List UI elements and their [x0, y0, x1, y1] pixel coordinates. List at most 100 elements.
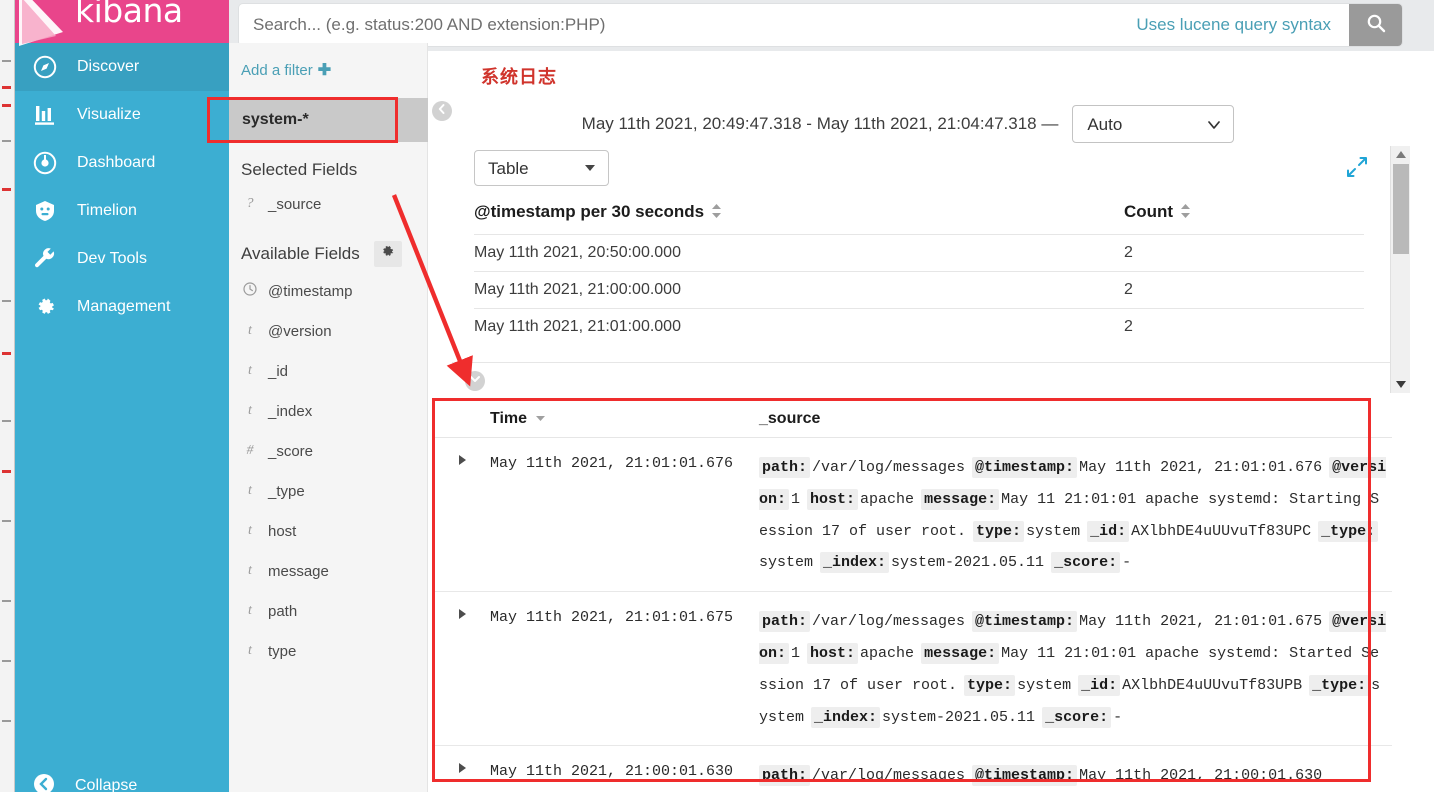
source-field-value: May 11th 2021, 21:00:01.630 [1079, 767, 1323, 785]
source-field-key: type: [973, 520, 1025, 542]
available-field-type[interactable]: t type [229, 631, 427, 671]
documents-column-time-label: Time [490, 410, 528, 427]
expand-document-cell[interactable] [434, 760, 490, 792]
nav-item-management[interactable]: Management [15, 283, 229, 331]
field-type-icon [243, 281, 257, 301]
source-field-key: _id: [1087, 520, 1130, 542]
search-button[interactable] [1349, 4, 1402, 46]
expand-panel-button[interactable] [1346, 156, 1368, 183]
chart-panel-scrollbar[interactable] [1390, 146, 1410, 393]
column-header-timestamp-label: @timestamp per 30 seconds [474, 202, 705, 221]
column-header-count-label: Count [1124, 202, 1174, 221]
source-field-key: _type: [1309, 674, 1370, 696]
nav-item-dashboard[interactable]: Dashboard [15, 139, 229, 187]
source-field-key: _id: [1078, 674, 1121, 696]
documents-table: Time _source May 11th 2021, 21:01:01.676… [434, 400, 1392, 792]
available-field-id[interactable]: t _id [229, 351, 427, 391]
nav-item-dev-tools[interactable]: Dev Tools [15, 235, 229, 283]
source-field-key: host: [807, 642, 859, 664]
caret-right-icon[interactable] [458, 609, 466, 620]
interval-select[interactable]: AutoMillisecondSecondMinuteHourlyDailyWe… [1072, 105, 1235, 143]
kibana-logo[interactable]: kibana [15, 0, 229, 46]
field-type-icon: t [248, 403, 252, 418]
field-type-icon: t [248, 323, 252, 338]
field-settings-button[interactable] [373, 241, 402, 267]
collapse-sidebar-button[interactable] [432, 101, 452, 121]
add-filter-button[interactable]: Add a filter ✚ [241, 60, 331, 80]
source-field-key: @timestamp: [972, 457, 1078, 478]
nav-item-label: Visualize [77, 106, 141, 123]
scrollbar-thumb[interactable] [1393, 164, 1409, 254]
nav-item-label: Timelion [77, 202, 137, 219]
source-field-value: apache [860, 490, 915, 508]
available-field-timestamp[interactable]: @timestamp [229, 271, 427, 311]
source-field-value: 1 [791, 490, 801, 508]
available-field-path[interactable]: t path [229, 591, 427, 631]
source-field-key: path: [759, 457, 811, 478]
source-field-key: host: [807, 488, 859, 510]
column-header-count[interactable]: Count [1124, 202, 1364, 235]
available-field-host[interactable]: t host [229, 511, 427, 551]
scroll-up-arrow-icon[interactable] [1396, 151, 1406, 158]
caret-right-icon[interactable] [458, 763, 466, 774]
document-row[interactable]: May 11th 2021, 21:00:01.630 path:/var/log… [434, 746, 1392, 792]
field-type-icon: t [248, 603, 252, 618]
chevron-down-icon [469, 372, 481, 390]
expand-document-cell[interactable] [434, 606, 490, 733]
view-type-select[interactable]: TableVisualization [474, 150, 609, 186]
documents-column-source[interactable]: _source [759, 410, 820, 428]
available-field-index[interactable]: t _index [229, 391, 427, 431]
kibana-logo-text: kibana [75, 0, 183, 30]
document-row[interactable]: May 11th 2021, 21:01:01.676 path:/var/log… [434, 438, 1392, 593]
nav-item-label: Discover [77, 58, 140, 75]
column-header-timestamp[interactable]: @timestamp per 30 seconds [474, 202, 1124, 235]
available-field-version[interactable]: t @version [229, 311, 427, 351]
expand-document-cell[interactable] [434, 452, 490, 579]
document-row[interactable]: May 11th 2021, 21:01:01.675 path:/var/log… [434, 592, 1392, 747]
field-type-icon: ? [246, 196, 254, 211]
visualization-panel: TableVisualization @timestamp per 30 sec… [452, 148, 1412, 393]
field-type-icon: t [248, 563, 252, 578]
nav-item-visualize[interactable]: Visualize [15, 91, 229, 139]
chevron-circle-left-icon [33, 773, 55, 792]
scroll-down-arrow-icon[interactable] [1396, 381, 1406, 388]
add-filter-label: Add a filter [241, 61, 313, 79]
caret-right-icon[interactable] [458, 455, 466, 465]
selected-field-source[interactable]: ? _source [229, 184, 427, 224]
cell-count: 2 [1124, 271, 1364, 309]
document-source: path:/var/log/messages @timestamp: May 11t… [759, 606, 1392, 733]
source-field-value: system [1017, 676, 1072, 694]
global-nav: kibana Discover Visualize Dashboard Timelio… [15, 0, 229, 792]
table-header-row: @timestamp per 30 seconds Count [474, 202, 1364, 235]
source-field-value: system-2021.05.11 [891, 554, 1045, 572]
nav-item-label: Dev Tools [77, 250, 147, 267]
gear-icon [33, 295, 57, 319]
document-time: May 11th 2021, 21:01:01.675 [490, 609, 734, 627]
lucene-syntax-link[interactable]: Uses lucene query syntax [1136, 15, 1349, 35]
time-range-label[interactable]: May 11th 2021, 20:49:47.318 - May 11th 2… [582, 114, 1059, 134]
source-field-key: message: [921, 642, 1000, 664]
available-field-message[interactable]: t message [229, 551, 427, 591]
collapse-chart-button[interactable] [465, 371, 485, 391]
nav-item-discover[interactable]: Discover [15, 43, 229, 91]
available-field-score[interactable]: # _score [229, 431, 427, 471]
available-fields-title: Available Fields [241, 244, 360, 263]
time-picker-row: May 11th 2021, 20:49:47.318 - May 11th 2… [428, 100, 1388, 148]
wrench-icon [33, 247, 57, 271]
source-field-key: _index: [811, 706, 881, 728]
nav-item-timelion[interactable]: Timelion [15, 187, 229, 235]
field-name: _index [268, 402, 313, 420]
nav-collapse-item[interactable]: Collapse [15, 762, 229, 792]
source-field-key: @timestamp: [972, 765, 1078, 787]
documents-column-time[interactable]: Time [434, 410, 759, 428]
search-input[interactable] [239, 15, 1137, 35]
plus-icon: ✚ [317, 62, 332, 79]
sort-icon [1180, 203, 1191, 223]
source-field-key: @timestamp: [972, 611, 1078, 633]
source-field-key: _score: [1042, 706, 1112, 728]
view-type-wrapper: TableVisualization [474, 150, 609, 186]
table-row: May 11th 2021, 20:50:00.000 2 [474, 234, 1364, 272]
index-pattern-selector[interactable]: system-* [229, 98, 428, 142]
source-field-value: 1 [791, 644, 801, 662]
available-field-type[interactable]: t _type [229, 471, 427, 511]
